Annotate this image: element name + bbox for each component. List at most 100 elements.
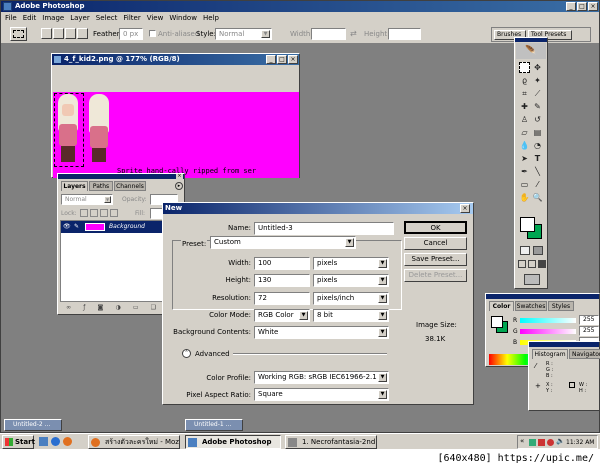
- height-input[interactable]: [388, 28, 421, 40]
- document-minimize-button[interactable]: _: [266, 55, 276, 64]
- quick-launch-desktop-icon[interactable]: [39, 437, 48, 446]
- dodge-tool-icon[interactable]: ◔: [532, 140, 543, 151]
- menu-view[interactable]: View: [147, 14, 164, 22]
- quick-mask-icon[interactable]: [520, 246, 530, 255]
- magic-wand-tool-icon[interactable]: ✦: [532, 75, 543, 86]
- crop-tool-icon[interactable]: ⌗: [519, 88, 530, 99]
- minimized-doc-2[interactable]: Untitled-1 ...: [185, 419, 243, 431]
- color-profile-select[interactable]: Working RGB: sRGB IEC61966-2.1 ▼: [254, 371, 389, 384]
- layer-name[interactable]: Background: [109, 223, 145, 230]
- ok-button[interactable]: OK: [404, 221, 467, 234]
- channel-g-input[interactable]: 255: [579, 326, 599, 336]
- tab-histogram[interactable]: Histogram: [532, 349, 568, 359]
- dialog-title-bar[interactable]: New: [163, 203, 473, 214]
- taskbar-item-firefox[interactable]: สร้างตัวละครใหม่ - Mozilla Fi...: [88, 435, 180, 449]
- blend-mode-select[interactable]: Normal ▼: [61, 194, 113, 205]
- screen-mode-menu-icon[interactable]: [528, 260, 536, 268]
- eraser-tool-icon[interactable]: ▱: [519, 127, 530, 138]
- lock-transparent-icon[interactable]: [80, 209, 88, 217]
- save-preset-button[interactable]: Save Preset...: [404, 253, 467, 266]
- blur-tool-icon[interactable]: 💧: [519, 140, 530, 151]
- menu-edit[interactable]: Edit: [23, 14, 37, 22]
- maximize-button[interactable]: □: [577, 2, 587, 11]
- minimized-doc-1[interactable]: Untitled-2 ...: [4, 419, 62, 431]
- delete-preset-button[interactable]: Delete Preset...: [404, 269, 467, 282]
- menu-layer[interactable]: Layer: [70, 14, 90, 22]
- toolbox-title-bar[interactable]: [515, 38, 547, 42]
- tab-paths[interactable]: Paths: [89, 181, 113, 191]
- menu-image[interactable]: Image: [42, 14, 64, 22]
- gradient-tool-icon[interactable]: ▤: [532, 127, 543, 138]
- channel-g-slider[interactable]: [520, 329, 576, 334]
- hand-tool-icon[interactable]: ✋: [519, 192, 530, 203]
- menu-file[interactable]: File: [5, 14, 17, 22]
- pen-tool-icon[interactable]: ✒: [519, 166, 530, 177]
- slice-tool-icon[interactable]: ⟋: [532, 88, 543, 99]
- panel-menu-icon[interactable]: ▸: [175, 182, 183, 190]
- start-button[interactable]: Start: [2, 435, 35, 449]
- document-close-button[interactable]: ×: [288, 55, 298, 64]
- path-selection-icon[interactable]: ➤: [519, 153, 530, 164]
- lock-image-icon[interactable]: [90, 209, 98, 217]
- clock[interactable]: 11:32 AM: [566, 439, 594, 446]
- width-input[interactable]: [311, 28, 346, 40]
- marquee-tool-icon[interactable]: [519, 62, 530, 73]
- cancel-button[interactable]: Cancel: [404, 237, 467, 250]
- clone-stamp-icon[interactable]: ♙: [519, 114, 530, 125]
- tab-styles[interactable]: Styles: [548, 301, 574, 311]
- name-input[interactable]: Untitled-3: [254, 222, 394, 235]
- style-select[interactable]: Normal ▼: [215, 28, 272, 40]
- tab-layers[interactable]: Layers: [61, 181, 88, 191]
- height-input[interactable]: 130: [254, 274, 310, 287]
- feather-input[interactable]: 0 px: [119, 28, 143, 40]
- layers-panel-title-bar[interactable]: [58, 174, 184, 179]
- minimize-button[interactable]: _: [566, 2, 576, 11]
- adjustment-layer-icon[interactable]: ◑: [116, 304, 121, 314]
- move-tool-icon[interactable]: ✥: [532, 62, 543, 73]
- quick-launch-ie-icon[interactable]: [51, 437, 60, 446]
- swap-dimensions-icon[interactable]: ⇄: [350, 29, 357, 38]
- histogram-title-bar[interactable]: [529, 342, 599, 347]
- menu-select[interactable]: Select: [96, 14, 118, 22]
- brush-tool-icon[interactable]: ✎: [532, 101, 543, 112]
- tab-swatches[interactable]: Swatches: [515, 301, 547, 311]
- link-icon[interactable]: ∞: [66, 304, 71, 314]
- color-fg-swatch[interactable]: [491, 316, 503, 328]
- screen-mode-icon[interactable]: [518, 260, 526, 268]
- jump-to-imageready-icon[interactable]: [524, 274, 540, 285]
- notes-tool-icon[interactable]: ▭: [519, 179, 530, 190]
- width-input[interactable]: 100: [254, 257, 310, 270]
- tray-volume-icon[interactable]: 🔈: [556, 437, 565, 445]
- lock-position-icon[interactable]: [100, 209, 108, 217]
- preset-select[interactable]: Custom ▼: [210, 236, 356, 249]
- tab-navigator[interactable]: Navigator: [569, 349, 600, 359]
- new-layer-icon[interactable]: ❑: [151, 304, 156, 314]
- line-tool-icon[interactable]: ╲: [532, 166, 543, 177]
- layer-style-icon[interactable]: ƒ: [83, 304, 85, 314]
- menu-help[interactable]: Help: [203, 14, 219, 22]
- tray-chevron-icon[interactable]: «: [520, 437, 524, 445]
- color-panel-title-bar[interactable]: [486, 294, 599, 299]
- taskbar-item-necrofantasia[interactable]: 1. Necrofantasia-2nd Cu...: [285, 435, 377, 449]
- color-mode-select[interactable]: RGB Color ▼: [254, 309, 310, 322]
- width-unit-select[interactable]: pixels ▼: [313, 257, 389, 270]
- subtract-selection-button[interactable]: [65, 28, 76, 39]
- tab-color[interactable]: Color: [489, 301, 514, 311]
- resolution-unit-select[interactable]: pixels/inch ▼: [313, 292, 389, 305]
- zoom-tool-icon[interactable]: 🔍: [532, 192, 543, 203]
- channel-r-input[interactable]: 255: [579, 315, 599, 325]
- tray-antivirus-icon[interactable]: [538, 439, 545, 446]
- layers-panel-close-icon[interactable]: ×: [176, 174, 183, 179]
- taskbar-item-photoshop[interactable]: Adobe Photoshop: [185, 435, 281, 449]
- height-unit-select[interactable]: pixels ▼: [313, 274, 389, 287]
- screen-mode-full-icon[interactable]: [538, 260, 546, 268]
- new-selection-button[interactable]: [41, 28, 52, 39]
- close-button[interactable]: ×: [588, 2, 598, 11]
- channel-r-slider[interactable]: [520, 318, 576, 323]
- document-title-bar[interactable]: 4_f_kid2.png @ 177% (RGB/8): [52, 54, 299, 65]
- pixel-aspect-select[interactable]: Square ▼: [254, 388, 389, 401]
- quick-launch-firefox-icon[interactable]: [63, 437, 72, 446]
- new-group-icon[interactable]: ▭: [133, 304, 139, 314]
- resolution-input[interactable]: 72: [254, 292, 310, 305]
- healing-brush-icon[interactable]: ✚: [519, 101, 530, 112]
